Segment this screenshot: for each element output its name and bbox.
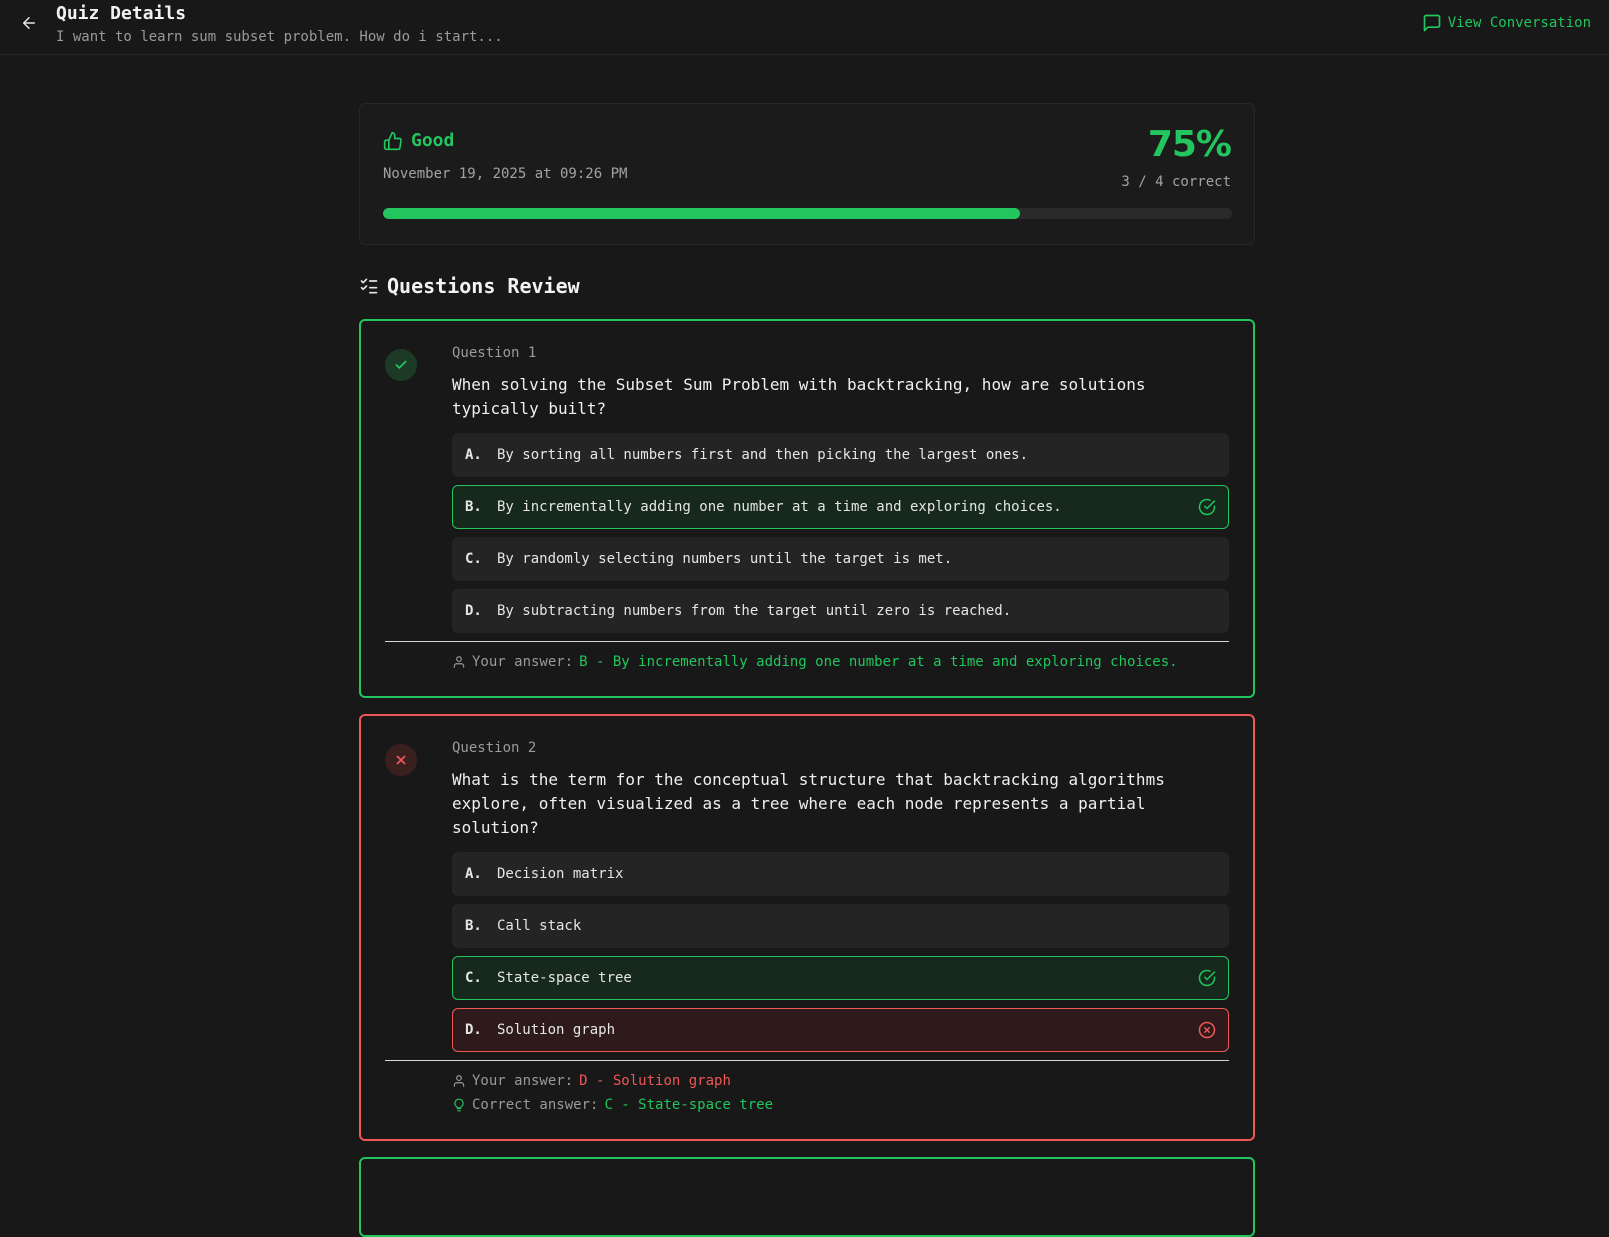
question-text: What is the term for the conceptual stru… [452, 770, 1165, 837]
list-checks-icon [360, 278, 378, 294]
option-list: A. By sorting all numbers first and then… [452, 433, 1229, 633]
option-text: By subtracting numbers from the target u… [497, 603, 1012, 619]
option-a[interactable]: A. Decision matrix [452, 852, 1229, 896]
option-text: Call stack [497, 918, 582, 934]
option-text: State-space tree [497, 970, 632, 986]
score-rating: Good [383, 130, 454, 151]
score-rating-label: Good [411, 130, 455, 151]
back-button[interactable] [18, 12, 40, 34]
option-text: By randomly selecting numbers until the … [497, 551, 953, 567]
option-letter: C. [465, 970, 482, 986]
quiz-date: November 19, 2025 at 09:26 PM [383, 166, 628, 182]
question-number: Question 1 [452, 345, 537, 361]
questions-review-heading: Questions Review [359, 269, 1255, 303]
your-answer-label: Your answer: [472, 1073, 574, 1089]
question-number: Question 2 [452, 740, 537, 756]
option-a[interactable]: A. By sorting all numbers first and then… [452, 433, 1229, 477]
divider [385, 1060, 1229, 1061]
view-conversation-button[interactable]: View Conversation [1422, 13, 1591, 33]
incorrect-badge [385, 744, 417, 776]
your-answer-line: Your answer: D - Solution graph [452, 1071, 1229, 1091]
page-subtitle: I want to learn sum subset problem. How … [56, 29, 503, 45]
option-d[interactable]: D. By subtracting numbers from the targe… [452, 589, 1229, 633]
option-letter: A. [465, 447, 482, 463]
message-square-icon [1423, 14, 1441, 32]
page-title: Quiz Details [56, 3, 187, 24]
question-body: Question 2 What is the term for the conc… [385, 740, 1229, 1115]
option-list: A. Decision matrix B. Call stack C. Stat… [452, 852, 1229, 1052]
option-letter: A. [465, 866, 482, 882]
score-percent: 75% [1147, 124, 1232, 165]
quiz-content: Good November 19, 2025 at 09:26 PM 75% 3… [359, 103, 1255, 1237]
option-text: By sorting all numbers first and then pi… [497, 447, 1029, 463]
correct-answer-value: C - State-space tree [604, 1097, 774, 1113]
view-conversation-label: View Conversation [1447, 15, 1591, 31]
question-body: Question 1 When solving the Subset Sum P… [385, 345, 1229, 672]
check-circle-icon [1198, 969, 1216, 987]
option-letter: D. [465, 603, 482, 619]
option-text: Solution graph [497, 1022, 616, 1038]
score-count: 3 / 4 correct [1121, 174, 1231, 190]
user-icon [453, 1075, 465, 1087]
x-icon [396, 755, 406, 765]
question-card [359, 1157, 1255, 1237]
option-d[interactable]: D. Solution graph [452, 1008, 1229, 1052]
correct-badge [385, 349, 417, 381]
option-c[interactable]: C. By randomly selecting numbers until t… [452, 537, 1229, 581]
option-letter: B. [465, 499, 482, 515]
option-text: By incrementally adding one number at a … [497, 499, 1062, 515]
correct-answer-line: Correct answer: C - State-space tree [452, 1095, 1229, 1115]
option-b[interactable]: B. Call stack [452, 904, 1229, 948]
score-progress-bar [383, 208, 1232, 219]
questions-review-title: Questions Review [387, 274, 580, 298]
option-letter: B. [465, 918, 482, 934]
your-answer-line: Your answer: B - By incrementally adding… [452, 652, 1229, 672]
check-circle-icon [1198, 498, 1216, 516]
your-answer-value: D - Solution graph [579, 1073, 731, 1089]
question-card: Question 1 When solving the Subset Sum P… [359, 319, 1255, 698]
check-icon [395, 360, 407, 369]
divider [385, 641, 1229, 642]
correct-answer-label: Correct answer: [472, 1097, 599, 1113]
question-card: Question 2 What is the term for the conc… [359, 714, 1255, 1141]
option-letter: C. [465, 551, 482, 567]
your-answer-label: Your answer: [472, 654, 574, 670]
user-icon [453, 656, 465, 668]
thumbs-up-icon [383, 131, 402, 150]
lightbulb-icon [454, 1098, 464, 1112]
question-text: When solving the Subset Sum Problem with… [452, 375, 1146, 418]
score-progress-fill [383, 208, 1020, 219]
x-circle-icon [1198, 1021, 1216, 1039]
score-card: Good November 19, 2025 at 09:26 PM 75% 3… [359, 103, 1255, 245]
option-text: Decision matrix [497, 866, 624, 882]
arrow-left-icon [23, 17, 35, 29]
top-bar: Quiz Details I want to learn sum subset … [0, 0, 1609, 55]
option-b[interactable]: B. By incrementally adding one number at… [452, 485, 1229, 529]
option-c[interactable]: C. State-space tree [452, 956, 1229, 1000]
option-letter: D. [465, 1022, 482, 1038]
your-answer-value: B - By incrementally adding one number a… [579, 654, 1178, 670]
